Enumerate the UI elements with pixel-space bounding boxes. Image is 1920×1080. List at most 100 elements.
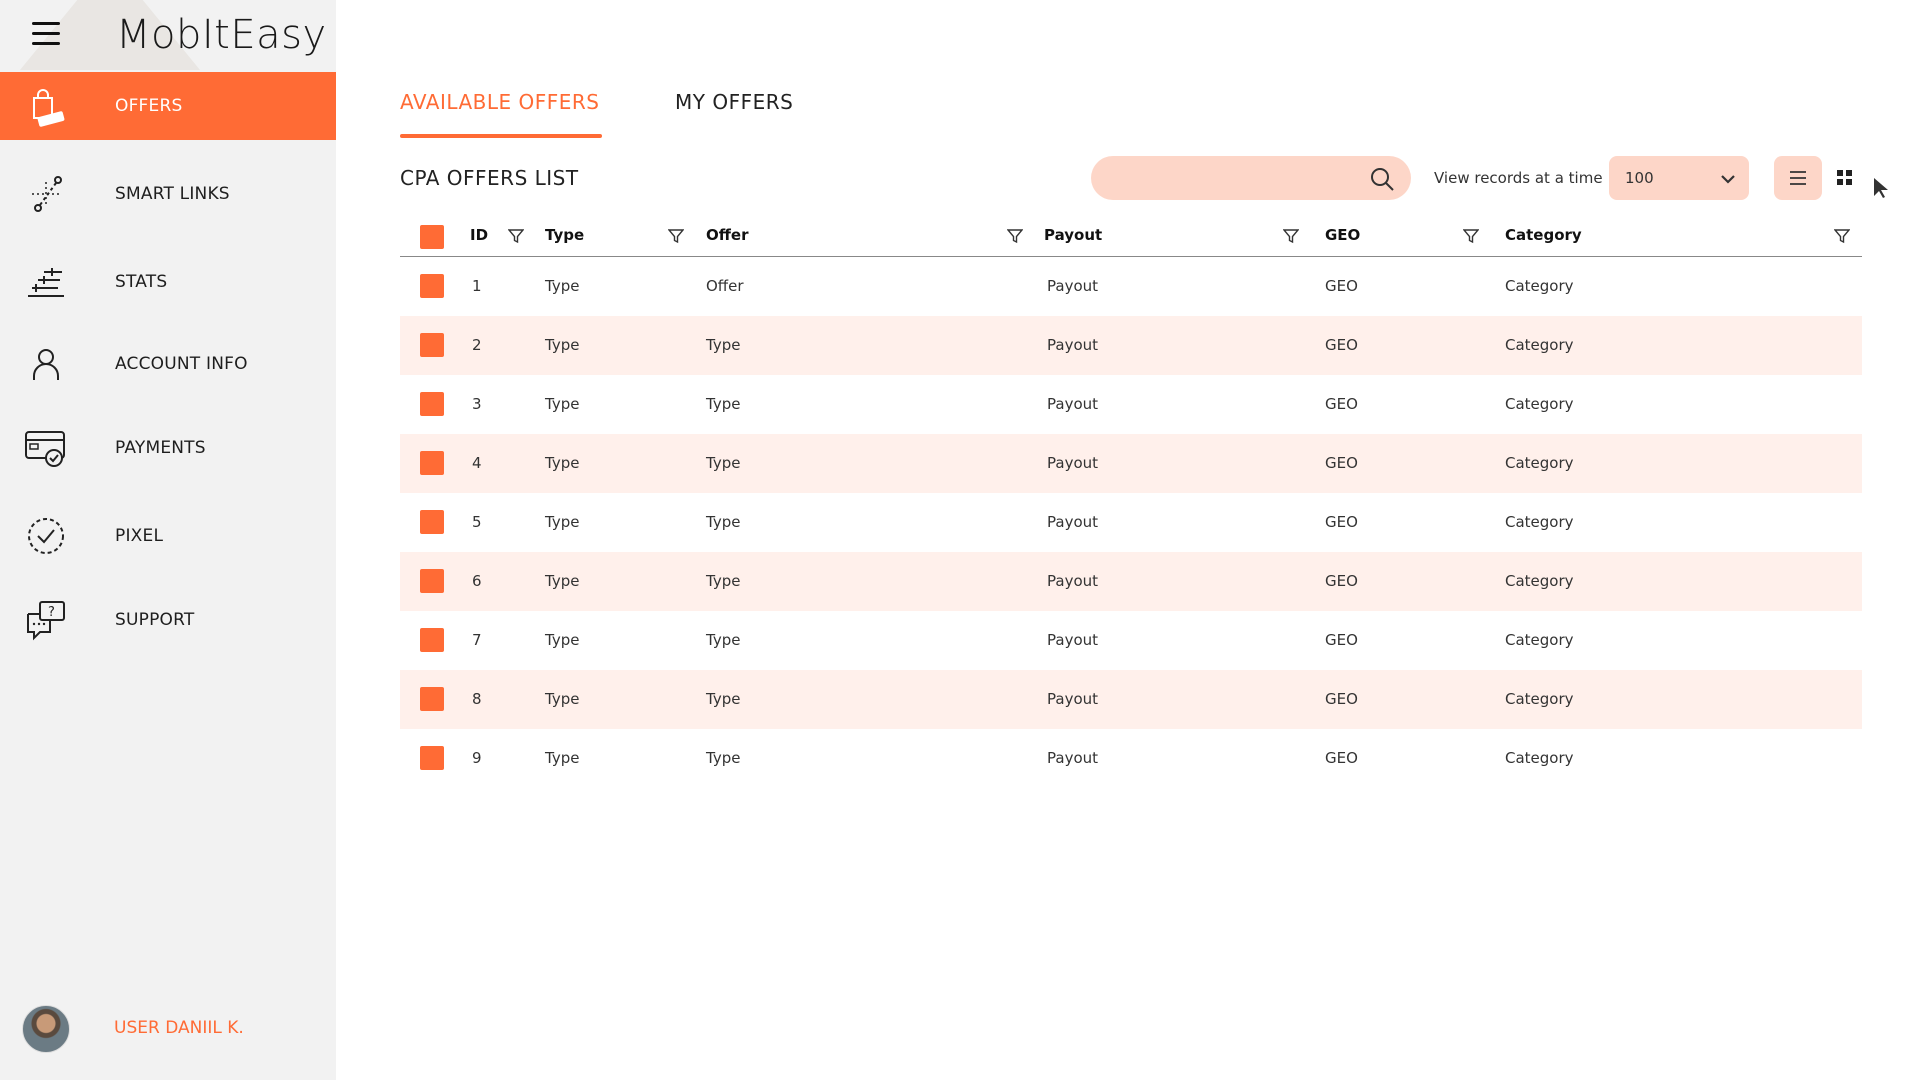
table-row[interactable]: 6 Type Type Payout GEO Category: [400, 552, 1862, 611]
user-icon: [33, 349, 59, 380]
list-view-icon: [1790, 171, 1806, 185]
tab-my-offers[interactable]: MY OFFERS: [675, 90, 793, 114]
sidebar-item-pixel[interactable]: PIXEL: [0, 502, 336, 570]
row-checkbox[interactable]: [420, 333, 444, 357]
stats-icon: [28, 268, 64, 297]
support-chat-icon: ?: [27, 601, 65, 641]
user-profile[interactable]: USER DANIIL K.: [22, 1005, 244, 1053]
row-checkbox[interactable]: [420, 274, 444, 298]
column-header-payout[interactable]: Payout: [1044, 226, 1102, 244]
filter-icon[interactable]: [1463, 228, 1479, 244]
filter-icon[interactable]: [668, 228, 684, 244]
cell-category: Category: [1505, 454, 1574, 472]
cell-geo: GEO: [1325, 513, 1358, 531]
cell-offer: Type: [706, 749, 741, 767]
cell-offer: Type: [706, 395, 741, 413]
cell-category: Category: [1505, 572, 1574, 590]
row-checkbox[interactable]: [420, 510, 444, 534]
payment-card-icon: [25, 431, 65, 467]
records-per-page-select[interactable]: 100: [1609, 156, 1749, 200]
column-header-id[interactable]: ID: [470, 226, 488, 244]
row-checkbox[interactable]: [420, 628, 444, 652]
sidebar-item-smart-links[interactable]: SMART LINKS: [0, 160, 336, 228]
records-value: 100: [1625, 169, 1654, 187]
cell-type: Type: [545, 395, 580, 413]
shopping-bag-icon: [33, 89, 65, 127]
records-label: View records at a time: [1434, 169, 1603, 187]
cell-geo: GEO: [1325, 277, 1358, 295]
cell-payout: Payout: [1047, 277, 1099, 295]
cell-type: Type: [545, 749, 580, 767]
cell-payout: Payout: [1047, 513, 1099, 531]
table-row[interactable]: 4 Type Type Payout GEO Category: [400, 434, 1862, 493]
list-title: CPA OFFERS LIST: [400, 166, 579, 190]
cell-type: Type: [545, 690, 580, 708]
row-checkbox[interactable]: [420, 569, 444, 593]
filter-icon[interactable]: [1834, 228, 1850, 244]
filter-icon[interactable]: [1007, 228, 1023, 244]
column-header-type[interactable]: Type: [545, 226, 584, 244]
cell-geo: GEO: [1325, 454, 1358, 472]
cell-category: Category: [1505, 395, 1574, 413]
cell-offer: Offer: [706, 277, 744, 295]
cell-id: 2: [472, 336, 482, 354]
cell-geo: GEO: [1325, 572, 1358, 590]
table-row[interactable]: 8 Type Type Payout GEO Category: [400, 670, 1862, 729]
cell-id: 7: [472, 631, 482, 649]
search-icon[interactable]: [1369, 166, 1395, 192]
link-chain-icon: [32, 176, 62, 212]
table-row[interactable]: 9 Type Type Payout GEO Category: [400, 729, 1862, 788]
sidebar-item-label: PAYMENTS: [115, 438, 206, 458]
cell-offer: Type: [706, 513, 741, 531]
tab-available-offers[interactable]: AVAILABLE OFFERS: [400, 90, 600, 114]
sidebar-item-offers[interactable]: OFFERS: [0, 72, 336, 140]
column-header-category[interactable]: Category: [1505, 226, 1582, 244]
column-header-geo[interactable]: GEO: [1325, 226, 1360, 244]
row-checkbox[interactable]: [420, 687, 444, 711]
cell-category: Category: [1505, 690, 1574, 708]
app-brand: MobItEasy: [116, 12, 327, 58]
svg-text:?: ?: [48, 605, 55, 620]
sidebar-item-label: STATS: [115, 272, 168, 292]
table-row[interactable]: 2 Type Type Payout GEO Category: [400, 316, 1862, 375]
cell-offer: Type: [706, 336, 741, 354]
table-row[interactable]: 5 Type Type Payout GEO Category: [400, 493, 1862, 552]
select-all-checkbox[interactable]: [420, 225, 444, 249]
row-checkbox[interactable]: [420, 746, 444, 770]
table-header: ID Type Offer Payout GEO Category: [400, 220, 1862, 257]
cell-category: Category: [1505, 631, 1574, 649]
cell-type: Type: [545, 513, 580, 531]
cell-geo: GEO: [1325, 631, 1358, 649]
sidebar-item-stats[interactable]: STATS: [0, 248, 336, 316]
sidebar-item-support[interactable]: ? SUPPORT: [0, 586, 336, 654]
active-tab-indicator: [400, 134, 602, 138]
cell-payout: Payout: [1047, 572, 1099, 590]
column-header-offer[interactable]: Offer: [706, 226, 748, 244]
filter-icon[interactable]: [508, 228, 524, 244]
cell-offer: Type: [706, 690, 741, 708]
sidebar-item-account-info[interactable]: ACCOUNT INFO: [0, 330, 336, 398]
row-checkbox[interactable]: [420, 451, 444, 475]
filter-icon[interactable]: [1283, 228, 1299, 244]
cell-payout: Payout: [1047, 336, 1099, 354]
row-checkbox[interactable]: [420, 392, 444, 416]
sidebar-item-payments[interactable]: PAYMENTS: [0, 414, 336, 482]
list-view-button[interactable]: [1774, 156, 1822, 200]
search-input[interactable]: [1111, 156, 1355, 202]
cell-type: Type: [545, 454, 580, 472]
cell-category: Category: [1505, 277, 1574, 295]
cell-geo: GEO: [1325, 749, 1358, 767]
cell-payout: Payout: [1047, 631, 1099, 649]
menu-icon[interactable]: [32, 22, 60, 46]
cell-type: Type: [545, 631, 580, 649]
table-row[interactable]: 3 Type Type Payout GEO Category: [400, 375, 1862, 434]
mouse-cursor-icon: [1874, 178, 1888, 198]
pixel-check-icon: [28, 518, 64, 554]
cell-geo: GEO: [1325, 690, 1358, 708]
grid-view-icon[interactable]: [1836, 169, 1854, 187]
table-row[interactable]: 7 Type Type Payout GEO Category: [400, 611, 1862, 670]
cell-id: 8: [472, 690, 482, 708]
cell-category: Category: [1505, 513, 1574, 531]
cell-offer: Type: [706, 454, 741, 472]
table-row[interactable]: 1 Type Offer Payout GEO Category: [400, 257, 1862, 316]
